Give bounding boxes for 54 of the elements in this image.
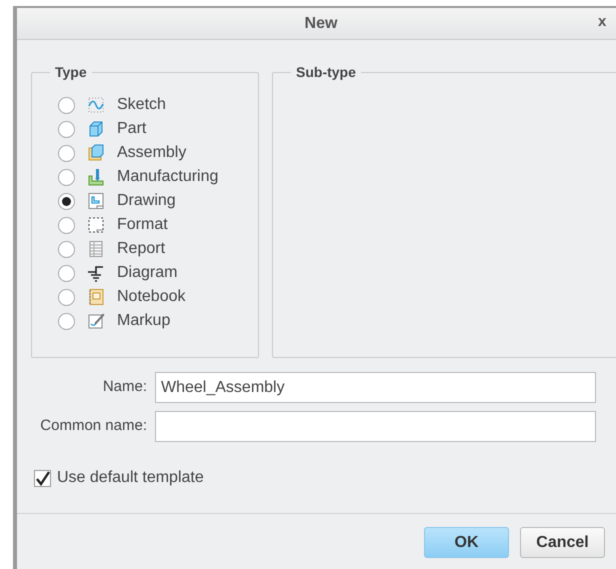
- radio-button[interactable]: [58, 240, 75, 258]
- type-option[interactable]: Drawing: [42, 189, 248, 213]
- report-icon: [87, 240, 105, 258]
- option-label: Part: [117, 119, 146, 139]
- dialog-button[interactable]: OK: [424, 527, 509, 558]
- checkbox-label: Use default template: [57, 468, 204, 488]
- radio-button[interactable]: [58, 288, 75, 306]
- text-field[interactable]: [155, 411, 596, 442]
- radio-button[interactable]: [58, 312, 75, 330]
- type-option[interactable]: Markup: [42, 309, 248, 333]
- type-option[interactable]: Sketch: [42, 93, 248, 117]
- notebook-icon: [87, 288, 105, 306]
- check-icon: [35, 470, 50, 486]
- text-field[interactable]: Wheel_Assembly: [155, 372, 596, 403]
- dialog-button[interactable]: Cancel: [520, 527, 605, 558]
- group-title: Type: [54, 63, 88, 82]
- assembly-icon: [87, 144, 105, 162]
- field-label: Name:: [102, 377, 148, 398]
- radio-button[interactable]: [58, 120, 75, 138]
- radio-button[interactable]: [58, 168, 75, 186]
- type-option[interactable]: Report: [42, 237, 248, 261]
- option-label: Format: [117, 215, 168, 235]
- option-label: Diagram: [117, 263, 178, 283]
- type-option[interactable]: Format: [42, 213, 248, 237]
- checkbox-row[interactable]: Use default template: [34, 466, 204, 490]
- close-button[interactable]: x: [598, 14, 606, 29]
- markup-icon: [87, 312, 105, 330]
- checkbox[interactable]: [34, 470, 51, 486]
- sketch-icon: [87, 96, 105, 114]
- option-label: Drawing: [117, 191, 176, 211]
- format-icon: [87, 216, 105, 234]
- option-label: Manufacturing: [117, 167, 218, 187]
- option-label: Assembly: [117, 143, 186, 163]
- type-option[interactable]: Manufacturing: [42, 165, 248, 189]
- radio-button[interactable]: [58, 216, 75, 234]
- option-label: Sketch: [117, 95, 166, 115]
- drawing-icon: [87, 192, 105, 210]
- option-label: Report: [117, 239, 166, 259]
- type-option[interactable]: Diagram: [42, 261, 248, 285]
- radio-button[interactable]: [58, 96, 75, 114]
- radio-button[interactable]: [58, 192, 75, 210]
- ground-symbol-icon: [87, 264, 105, 282]
- radio-button[interactable]: [58, 264, 75, 282]
- manufacturing-icon: [87, 168, 105, 186]
- field-label: Common name:: [39, 416, 148, 436]
- type-option[interactable]: Part: [42, 117, 248, 141]
- option-label: Markup: [117, 311, 170, 331]
- option-label: Notebook: [117, 287, 186, 307]
- group-title: Sub-type: [295, 63, 357, 82]
- window-title: New: [304, 14, 338, 34]
- type-option[interactable]: Assembly: [42, 141, 248, 165]
- type-option[interactable]: Notebook: [42, 285, 248, 309]
- cube-icon: [87, 120, 105, 138]
- radio-button[interactable]: [58, 144, 75, 162]
